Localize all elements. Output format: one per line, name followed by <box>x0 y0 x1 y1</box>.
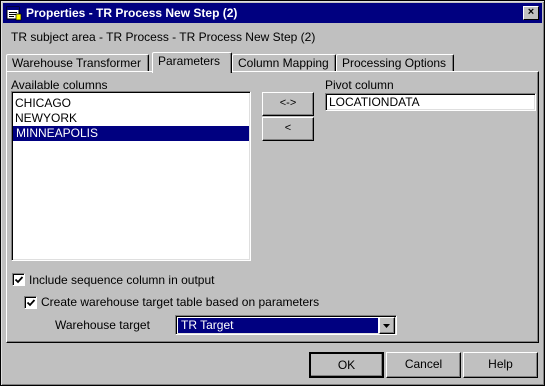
title-bar[interactable]: Properties - TR Process New Step (2) × <box>3 3 542 23</box>
warehouse-target-select[interactable]: TR Target <box>175 315 397 335</box>
subject-line: TR subject area - TR Process - TR Proces… <box>11 30 316 44</box>
create-target-label[interactable]: Create warehouse target table based on p… <box>41 295 319 309</box>
ok-button[interactable]: OK <box>309 352 384 378</box>
window-title: Properties - TR Process New Step (2) <box>26 6 238 20</box>
list-item[interactable]: CHICAGO <box>12 96 250 111</box>
pivot-column-field[interactable]: LOCATIONDATA <box>325 93 536 111</box>
swap-column-button[interactable]: <-> <box>262 92 314 116</box>
tab-parameters[interactable]: Parameters <box>152 52 232 73</box>
tab-column-mapping[interactable]: Column Mapping <box>232 54 336 72</box>
create-target-checkbox[interactable] <box>24 296 37 309</box>
properties-window-icon <box>6 6 22 21</box>
warehouse-target-value: TR Target <box>178 318 378 333</box>
close-button[interactable]: × <box>523 6 539 20</box>
move-left-button[interactable]: < <box>262 117 314 141</box>
tab-warehouse-transformer[interactable]: Warehouse Transformer <box>6 54 149 72</box>
dropdown-button[interactable] <box>379 317 395 334</box>
include-sequence-label[interactable]: Include sequence column in output <box>29 273 214 287</box>
available-columns-label: Available columns <box>11 78 108 92</box>
list-item[interactable]: NEWYORK <box>12 111 250 126</box>
chevron-down-icon <box>383 324 390 328</box>
warehouse-target-label: Warehouse target <box>55 318 150 332</box>
list-item-selected[interactable]: MINNEAPOLIS <box>13 126 249 141</box>
check-icon <box>14 276 24 284</box>
pivot-column-label: Pivot column <box>325 78 394 92</box>
cancel-button[interactable]: Cancel <box>386 352 461 378</box>
properties-dialog: Properties - TR Process New Step (2) × T… <box>0 0 545 386</box>
help-button[interactable]: Help <box>463 352 538 378</box>
close-icon: × <box>527 6 535 18</box>
include-sequence-checkbox[interactable] <box>12 273 25 286</box>
tab-processing-options[interactable]: Processing Options <box>336 54 454 72</box>
check-icon <box>26 299 36 307</box>
available-columns-list[interactable]: CHICAGO NEWYORK MINNEAPOLIS <box>11 91 251 261</box>
